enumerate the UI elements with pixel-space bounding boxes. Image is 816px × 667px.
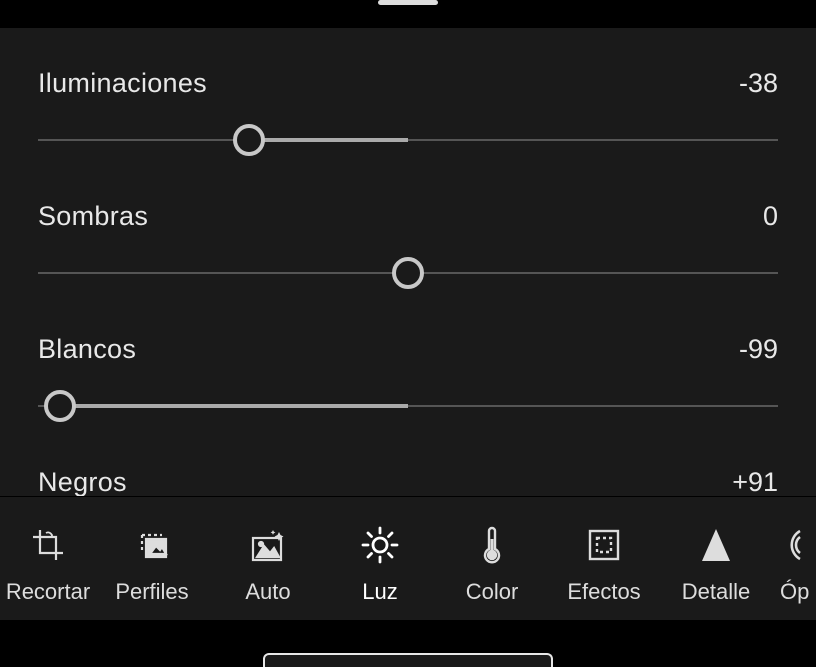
blacks-value: +91 xyxy=(732,467,778,498)
thermometer-icon xyxy=(480,525,504,565)
whites-slider[interactable] xyxy=(38,389,778,423)
shadows-slider-group: Sombras 0 xyxy=(38,201,778,290)
effects-label: Efectos xyxy=(567,579,640,605)
color-label: Color xyxy=(466,579,519,605)
auto-icon xyxy=(249,528,287,562)
crop-label: Recortar xyxy=(6,579,90,605)
optics-icon xyxy=(780,527,802,563)
whites-slider-group: Blancos -99 xyxy=(38,334,778,423)
detail-icon xyxy=(700,527,732,563)
auto-label: Auto xyxy=(245,579,290,605)
highlights-label: Iluminaciones xyxy=(38,68,207,99)
shadows-label: Sombras xyxy=(38,201,148,232)
whites-thumb[interactable] xyxy=(44,390,76,422)
edit-toolbar: Recortar Perfiles xyxy=(0,496,816,620)
light-tool[interactable]: Luz xyxy=(324,509,436,620)
auto-tool[interactable]: Auto xyxy=(212,509,324,620)
effects-tool[interactable]: Efectos xyxy=(548,509,660,620)
effects-icon xyxy=(586,527,622,563)
profiles-icon xyxy=(134,527,170,563)
highlights-thumb[interactable] xyxy=(233,124,265,156)
highlights-slider-group: Iluminaciones -38 xyxy=(38,68,778,157)
bottom-strip xyxy=(0,620,816,667)
detail-tool[interactable]: Detalle xyxy=(660,509,772,620)
profiles-tool[interactable]: Perfiles xyxy=(96,509,208,620)
highlights-value: -38 xyxy=(739,68,778,99)
detail-label: Detalle xyxy=(682,579,750,605)
whites-label: Blancos xyxy=(38,334,136,365)
crop-tool[interactable]: Recortar xyxy=(0,509,96,620)
whites-value: -99 xyxy=(739,334,778,365)
blacks-label: Negros xyxy=(38,467,127,498)
shadows-slider[interactable] xyxy=(38,256,778,290)
color-tool[interactable]: Color xyxy=(436,509,548,620)
light-panel: Iluminaciones -38 Sombras 0 Blancos xyxy=(0,28,816,667)
crop-icon xyxy=(30,527,66,563)
highlights-slider[interactable] xyxy=(38,123,778,157)
shadows-thumb[interactable] xyxy=(392,257,424,289)
profiles-label: Perfiles xyxy=(115,579,188,605)
light-icon xyxy=(360,525,400,565)
optics-label: Óp xyxy=(780,579,809,605)
shadows-value: 0 xyxy=(763,201,778,232)
bottom-thumbnail-handle[interactable] xyxy=(263,653,553,667)
light-label: Luz xyxy=(362,579,397,605)
optics-tool[interactable]: Óp xyxy=(772,509,816,620)
drag-handle[interactable] xyxy=(378,0,438,5)
